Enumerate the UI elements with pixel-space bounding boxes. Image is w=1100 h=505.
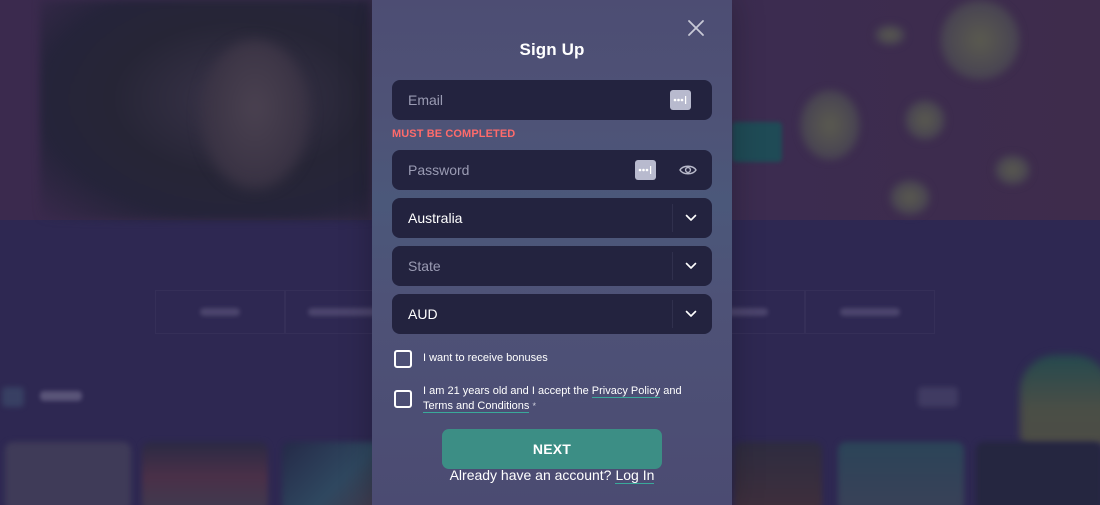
- game-card: [734, 442, 822, 505]
- hero-coin-decoration: [995, 155, 1030, 185]
- promo-decoration: [1020, 355, 1100, 445]
- section-icon: [2, 387, 24, 407]
- hero-cta-button: [732, 122, 782, 162]
- game-card: [976, 442, 1100, 505]
- category-nav-item: [805, 290, 935, 334]
- country-value: Australia: [408, 210, 463, 226]
- next-button[interactable]: NEXT: [442, 429, 662, 469]
- eye-icon: [679, 165, 697, 175]
- hero-coin-decoration: [890, 180, 930, 215]
- terms-text-between: and: [660, 385, 682, 397]
- hero-coin-decoration: [875, 25, 905, 45]
- terms-text-before: I am 21 years old and I accept the: [423, 385, 592, 397]
- chevron-down-icon: [684, 307, 698, 321]
- show-password-toggle[interactable]: [678, 160, 698, 180]
- currency-value: AUD: [408, 306, 438, 322]
- email-field[interactable]: Email: [392, 80, 712, 120]
- required-mark: *: [532, 401, 536, 411]
- game-card: [142, 442, 268, 505]
- chevron-down-icon: [684, 259, 698, 273]
- hero-coin-decoration: [940, 0, 1020, 80]
- section-view-all: [918, 387, 958, 407]
- select-divider: [672, 252, 673, 280]
- category-nav-item: [155, 290, 285, 334]
- login-prompt-row: Already have an account? Log In: [372, 467, 732, 484]
- password-manager-key-icon[interactable]: [670, 90, 691, 110]
- game-card: [5, 442, 131, 505]
- state-placeholder: State: [408, 258, 441, 274]
- game-card: [838, 442, 964, 505]
- currency-select[interactable]: AUD: [392, 294, 712, 334]
- state-select[interactable]: State: [392, 246, 712, 286]
- terms-and-conditions-link[interactable]: Terms and Conditions: [423, 400, 530, 413]
- select-divider: [672, 204, 673, 232]
- hero-coin-decoration: [800, 90, 860, 160]
- privacy-policy-link[interactable]: Privacy Policy: [591, 385, 661, 398]
- country-select[interactable]: Australia: [392, 198, 712, 238]
- password-placeholder: Password: [408, 162, 470, 178]
- hero-image-face: [200, 40, 310, 190]
- close-icon: [688, 20, 704, 36]
- terms-checkbox-label: I am 21 years old and I accept the Priva…: [423, 384, 682, 414]
- hero-coin-decoration: [905, 100, 945, 140]
- email-error-message: MUST BE COMPLETED: [392, 128, 516, 140]
- select-divider: [672, 300, 673, 328]
- login-prompt: Already have an account?: [449, 467, 612, 483]
- bonuses-checkbox[interactable]: [394, 350, 412, 368]
- modal-title: Sign Up: [519, 40, 585, 59]
- bonuses-checkbox-row: I want to receive bonuses: [394, 350, 548, 368]
- terms-checkbox-row: I am 21 years old and I accept the Priva…: [394, 384, 682, 414]
- signup-modal: Sign Up Email MUST BE COMPLETED Password: [372, 0, 732, 505]
- close-button[interactable]: [684, 16, 708, 40]
- bonuses-checkbox-label[interactable]: I want to receive bonuses: [423, 351, 548, 366]
- terms-checkbox[interactable]: [394, 390, 412, 408]
- login-link[interactable]: Log In: [615, 467, 655, 484]
- password-manager-key-icon[interactable]: [635, 160, 656, 180]
- email-placeholder: Email: [408, 92, 444, 108]
- section-title: [40, 391, 82, 401]
- password-field[interactable]: Password: [392, 150, 712, 190]
- chevron-down-icon: [684, 211, 698, 225]
